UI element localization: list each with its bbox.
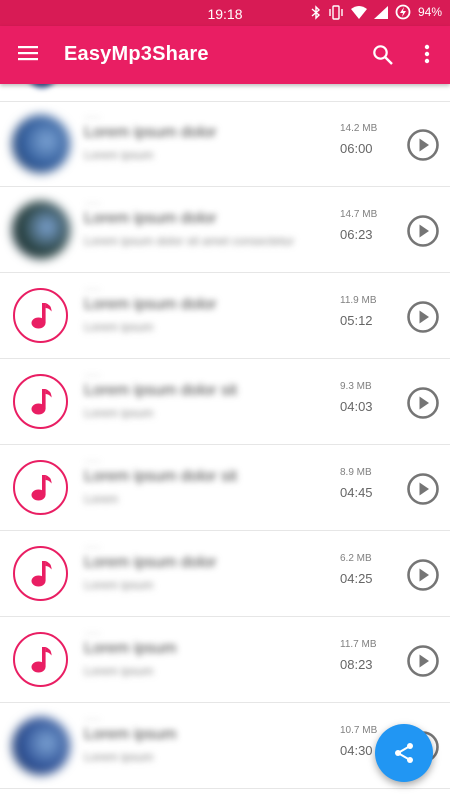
track-info-blurred: Lorem ipsum Lorem ipsum — [84, 724, 329, 774]
track-artist: Lorem ipsum — [84, 148, 154, 162]
track-duration: 04:45 — [340, 485, 373, 500]
play-circle-icon[interactable] — [406, 386, 440, 420]
track-file-size: 14.7 MB — [340, 209, 378, 220]
music-note-thumbnail — [13, 460, 68, 515]
music-note-thumbnail — [13, 374, 68, 429]
play-circle-icon[interactable] — [406, 644, 440, 678]
music-note-icon — [31, 646, 51, 672]
track-file-size: 11.9 MB — [340, 295, 377, 306]
track-duration: 08:23 — [340, 657, 373, 672]
track-row[interactable]: ····· Lorem ipsum dolor Lorem ipsum 11.9… — [0, 274, 450, 359]
track-artist: Lorem — [84, 492, 119, 506]
track-artist: Lorem ipsum dolor sit amet consectetur — [84, 234, 295, 248]
track-artist: Lorem ipsum — [84, 320, 154, 334]
track-duration: 06:23 — [340, 227, 373, 242]
music-note-thumbnail — [13, 546, 68, 601]
track-title: Lorem ipsum dolor — [84, 554, 217, 571]
track-row[interactable]: ····· Lorem ipsum dolor Lorem ipsum dolo… — [0, 188, 450, 273]
music-note-icon — [31, 388, 51, 414]
play-circle-icon[interactable] — [406, 300, 440, 334]
album-art-thumbnail — [12, 717, 70, 775]
music-note-icon — [31, 302, 51, 328]
track-info-blurred: Lorem ipsum dolor Lorem ipsum dolor sit … — [84, 208, 329, 258]
track-file-size: 6.2 MB — [340, 553, 372, 564]
track-list[interactable]: ····· Lorem ipsum dolor Lorem ipsum 14.2… — [0, 84, 450, 800]
track-info-blurred: Lorem ipsum dolor Lorem ipsum — [84, 294, 329, 344]
track-file-size: 9.3 MB — [340, 381, 372, 392]
track-artist: Lorem ipsum — [84, 406, 154, 420]
track-info-blurred: Lorem ipsum dolor sit Lorem ipsum — [84, 380, 329, 430]
track-file-size: 11.7 MB — [340, 639, 377, 650]
track-row[interactable]: ····· Lorem ipsum dolor Lorem ipsum 14.2… — [0, 102, 450, 187]
app-title: EasyMp3Share — [64, 43, 209, 65]
track-title: Lorem ipsum dolor — [84, 210, 217, 227]
status-bar: 19:18 94% — [0, 0, 450, 26]
partial-list-item — [0, 84, 450, 102]
track-title: Lorem ipsum dolor — [84, 296, 217, 313]
track-title: Lorem ipsum dolor sit — [84, 468, 237, 485]
music-note-thumbnail — [13, 288, 68, 343]
track-row[interactable]: ····· Lorem ipsum Lorem ipsum 11.7 MB 08… — [0, 618, 450, 703]
music-note-icon — [31, 560, 51, 586]
music-note-thumbnail — [13, 632, 68, 687]
track-file-size: 8.9 MB — [340, 467, 372, 478]
album-art-thumbnail — [27, 84, 57, 88]
share-icon — [395, 743, 413, 763]
signal-icon — [373, 5, 388, 19]
track-file-size: 10.7 MB — [340, 725, 378, 736]
track-duration: 05:12 — [340, 313, 373, 328]
play-circle-icon[interactable] — [406, 472, 440, 506]
track-artist: Lorem ipsum — [84, 750, 154, 764]
track-title: Lorem ipsum dolor — [84, 124, 217, 141]
track-duration: 04:30 — [340, 743, 373, 758]
track-info-blurred: Lorem ipsum Lorem ipsum — [84, 638, 329, 688]
status-icons: 94% — [311, 4, 442, 20]
share-fab-button[interactable] — [375, 724, 433, 782]
track-row[interactable]: ····· Lorem ipsum dolor sit Lorem ipsum … — [0, 360, 450, 445]
track-row[interactable]: ····· Lorem ipsum dolor Lorem ipsum 6.2 … — [0, 532, 450, 617]
track-artist: Lorem ipsum — [84, 664, 154, 678]
album-art-thumbnail — [12, 115, 70, 173]
track-title: Lorem ipsum dolor sit — [84, 382, 237, 399]
track-duration: 04:03 — [340, 399, 373, 414]
track-info-blurred: Lorem ipsum dolor Lorem ipsum — [84, 552, 329, 602]
track-duration: 06:00 — [340, 141, 373, 156]
track-artist: Lorem ipsum — [84, 578, 154, 592]
battery-saver-icon — [395, 4, 411, 20]
play-circle-icon[interactable] — [406, 214, 440, 248]
vibrate-icon — [329, 4, 343, 20]
track-row[interactable]: ····· Lorem ipsum dolor sit Lorem 8.9 MB… — [0, 446, 450, 531]
album-art-thumbnail — [12, 201, 70, 259]
track-file-size: 14.2 MB — [340, 123, 378, 134]
battery-percent: 94% — [417, 5, 442, 19]
menu-icon[interactable] — [18, 45, 38, 61]
bluetooth-icon — [311, 4, 320, 20]
more-vert-icon[interactable] — [419, 43, 435, 65]
wifi-icon — [350, 5, 367, 19]
app-bar: EasyMp3Share — [0, 26, 450, 84]
play-circle-icon[interactable] — [406, 128, 440, 162]
track-title: Lorem ipsum — [84, 640, 177, 657]
track-info-blurred: Lorem ipsum dolor sit Lorem — [84, 466, 329, 516]
track-duration: 04:25 — [340, 571, 373, 586]
track-title: Lorem ipsum — [84, 726, 177, 743]
music-note-icon — [31, 474, 51, 500]
track-info-blurred: Lorem ipsum dolor Lorem ipsum — [84, 122, 329, 172]
search-icon[interactable] — [372, 44, 394, 66]
play-circle-icon[interactable] — [406, 558, 440, 592]
